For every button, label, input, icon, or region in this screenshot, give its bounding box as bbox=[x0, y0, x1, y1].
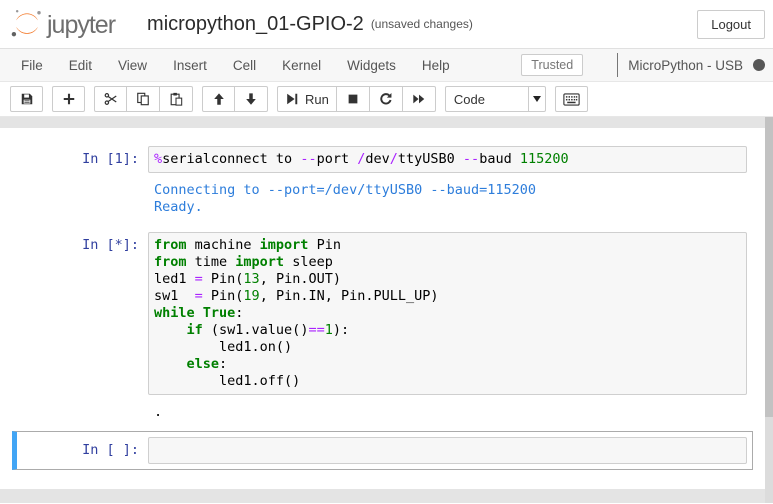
run-button[interactable]: Run bbox=[277, 86, 337, 112]
fast-forward-icon bbox=[412, 92, 426, 106]
notebook-container: In [1]: %serialconnect to --port /dev/tty… bbox=[0, 128, 765, 489]
menu-item-file[interactable]: File bbox=[8, 50, 56, 81]
jupyter-logo-icon bbox=[10, 8, 44, 40]
code-input-area[interactable]: from machine import Pinfrom time import … bbox=[148, 232, 747, 395]
scrollbar-thumb[interactable] bbox=[765, 117, 773, 417]
arrow-down-icon bbox=[244, 92, 258, 106]
menu-items: FileEditViewInsertCellKernelWidgetsHelp bbox=[8, 50, 463, 81]
plus-icon bbox=[62, 92, 76, 106]
scissors-icon bbox=[104, 92, 118, 106]
run-icon bbox=[285, 92, 299, 106]
menu-item-insert[interactable]: Insert bbox=[160, 50, 220, 81]
restart-run-all-button[interactable] bbox=[403, 86, 436, 112]
restart-icon bbox=[379, 92, 393, 106]
kernel-busy-indicator-icon bbox=[753, 59, 765, 71]
select-dropdown-arrow-icon bbox=[528, 87, 545, 111]
input-prompt: In [*]: bbox=[22, 232, 148, 395]
paste-cells-button[interactable] bbox=[160, 86, 193, 112]
code-editor[interactable]: %serialconnect to --port /dev/ttyUSB0 --… bbox=[154, 151, 741, 168]
checkpoint-status: (unsaved changes) bbox=[371, 17, 473, 31]
restart-kernel-button[interactable] bbox=[370, 86, 403, 112]
code-cell[interactable]: In [1]: %serialconnect to --port /dev/tty… bbox=[12, 140, 753, 226]
arrow-up-icon bbox=[212, 92, 226, 106]
menubar-right: Trusted MicroPython - USB bbox=[521, 53, 773, 77]
input-prompt: In [1]: bbox=[22, 146, 148, 173]
move-cell-up-button[interactable] bbox=[202, 86, 235, 112]
stream-output-text: Connecting to --port=/dev/ttyUSB0 --baud… bbox=[148, 182, 536, 216]
command-palette-button[interactable] bbox=[555, 86, 588, 112]
menu-item-edit[interactable]: Edit bbox=[56, 50, 105, 81]
code-input-area[interactable] bbox=[148, 437, 747, 464]
keyboard-icon bbox=[563, 93, 580, 106]
save-icon bbox=[20, 92, 34, 106]
trusted-badge[interactable]: Trusted bbox=[521, 54, 583, 76]
menu-item-widgets[interactable]: Widgets bbox=[334, 50, 409, 81]
cut-cells-button[interactable] bbox=[94, 86, 127, 112]
paste-icon bbox=[169, 92, 183, 106]
input-prompt: In [ ]: bbox=[22, 437, 148, 464]
menu-item-help[interactable]: Help bbox=[409, 50, 463, 81]
menu-item-view[interactable]: View bbox=[105, 50, 160, 81]
copy-icon bbox=[136, 92, 150, 106]
output-area: Connecting to --port=/dev/ttyUSB0 --baud… bbox=[22, 173, 747, 220]
code-editor[interactable] bbox=[154, 442, 741, 459]
stream-output-text: . bbox=[148, 404, 162, 421]
scrollbar-track[interactable] bbox=[765, 117, 773, 503]
code-editor[interactable]: from machine import Pinfrom time import … bbox=[154, 237, 741, 390]
kernel-name: MicroPython - USB bbox=[628, 58, 743, 73]
output-area: . bbox=[22, 395, 747, 425]
cell-type-value: Code bbox=[454, 92, 485, 107]
insert-cell-below-button[interactable] bbox=[52, 86, 85, 112]
header: jupyter micropython_01-GPIO-2 (unsaved c… bbox=[0, 0, 773, 49]
notebook-title[interactable]: micropython_01-GPIO-2 bbox=[147, 13, 364, 36]
menu-item-cell[interactable]: Cell bbox=[220, 50, 269, 81]
logo-text: jupyter bbox=[47, 10, 115, 40]
code-input-area[interactable]: %serialconnect to --port /dev/ttyUSB0 --… bbox=[148, 146, 747, 173]
cell-type-select[interactable]: Code bbox=[445, 86, 546, 112]
toolbar: Run Code bbox=[0, 82, 773, 117]
notebook-site: In [1]: %serialconnect to --port /dev/tty… bbox=[0, 117, 773, 503]
output-prompt bbox=[22, 182, 148, 216]
run-button-label: Run bbox=[305, 92, 329, 107]
save-button[interactable] bbox=[10, 86, 43, 112]
move-cell-down-button[interactable] bbox=[235, 86, 268, 112]
interrupt-kernel-button[interactable] bbox=[337, 86, 370, 112]
copy-cells-button[interactable] bbox=[127, 86, 160, 112]
code-cell-selected[interactable]: In [ ]: bbox=[12, 431, 753, 470]
output-prompt bbox=[22, 404, 148, 421]
logout-button[interactable]: Logout bbox=[697, 10, 765, 39]
kernel-divider bbox=[617, 53, 618, 77]
jupyter-logo[interactable]: jupyter bbox=[10, 8, 115, 40]
menu-item-kernel[interactable]: Kernel bbox=[269, 50, 334, 81]
code-cell[interactable]: In [*]:from machine import Pinfrom time … bbox=[12, 226, 753, 431]
menubar: FileEditViewInsertCellKernelWidgetsHelp … bbox=[0, 49, 773, 82]
stop-icon bbox=[346, 92, 360, 106]
